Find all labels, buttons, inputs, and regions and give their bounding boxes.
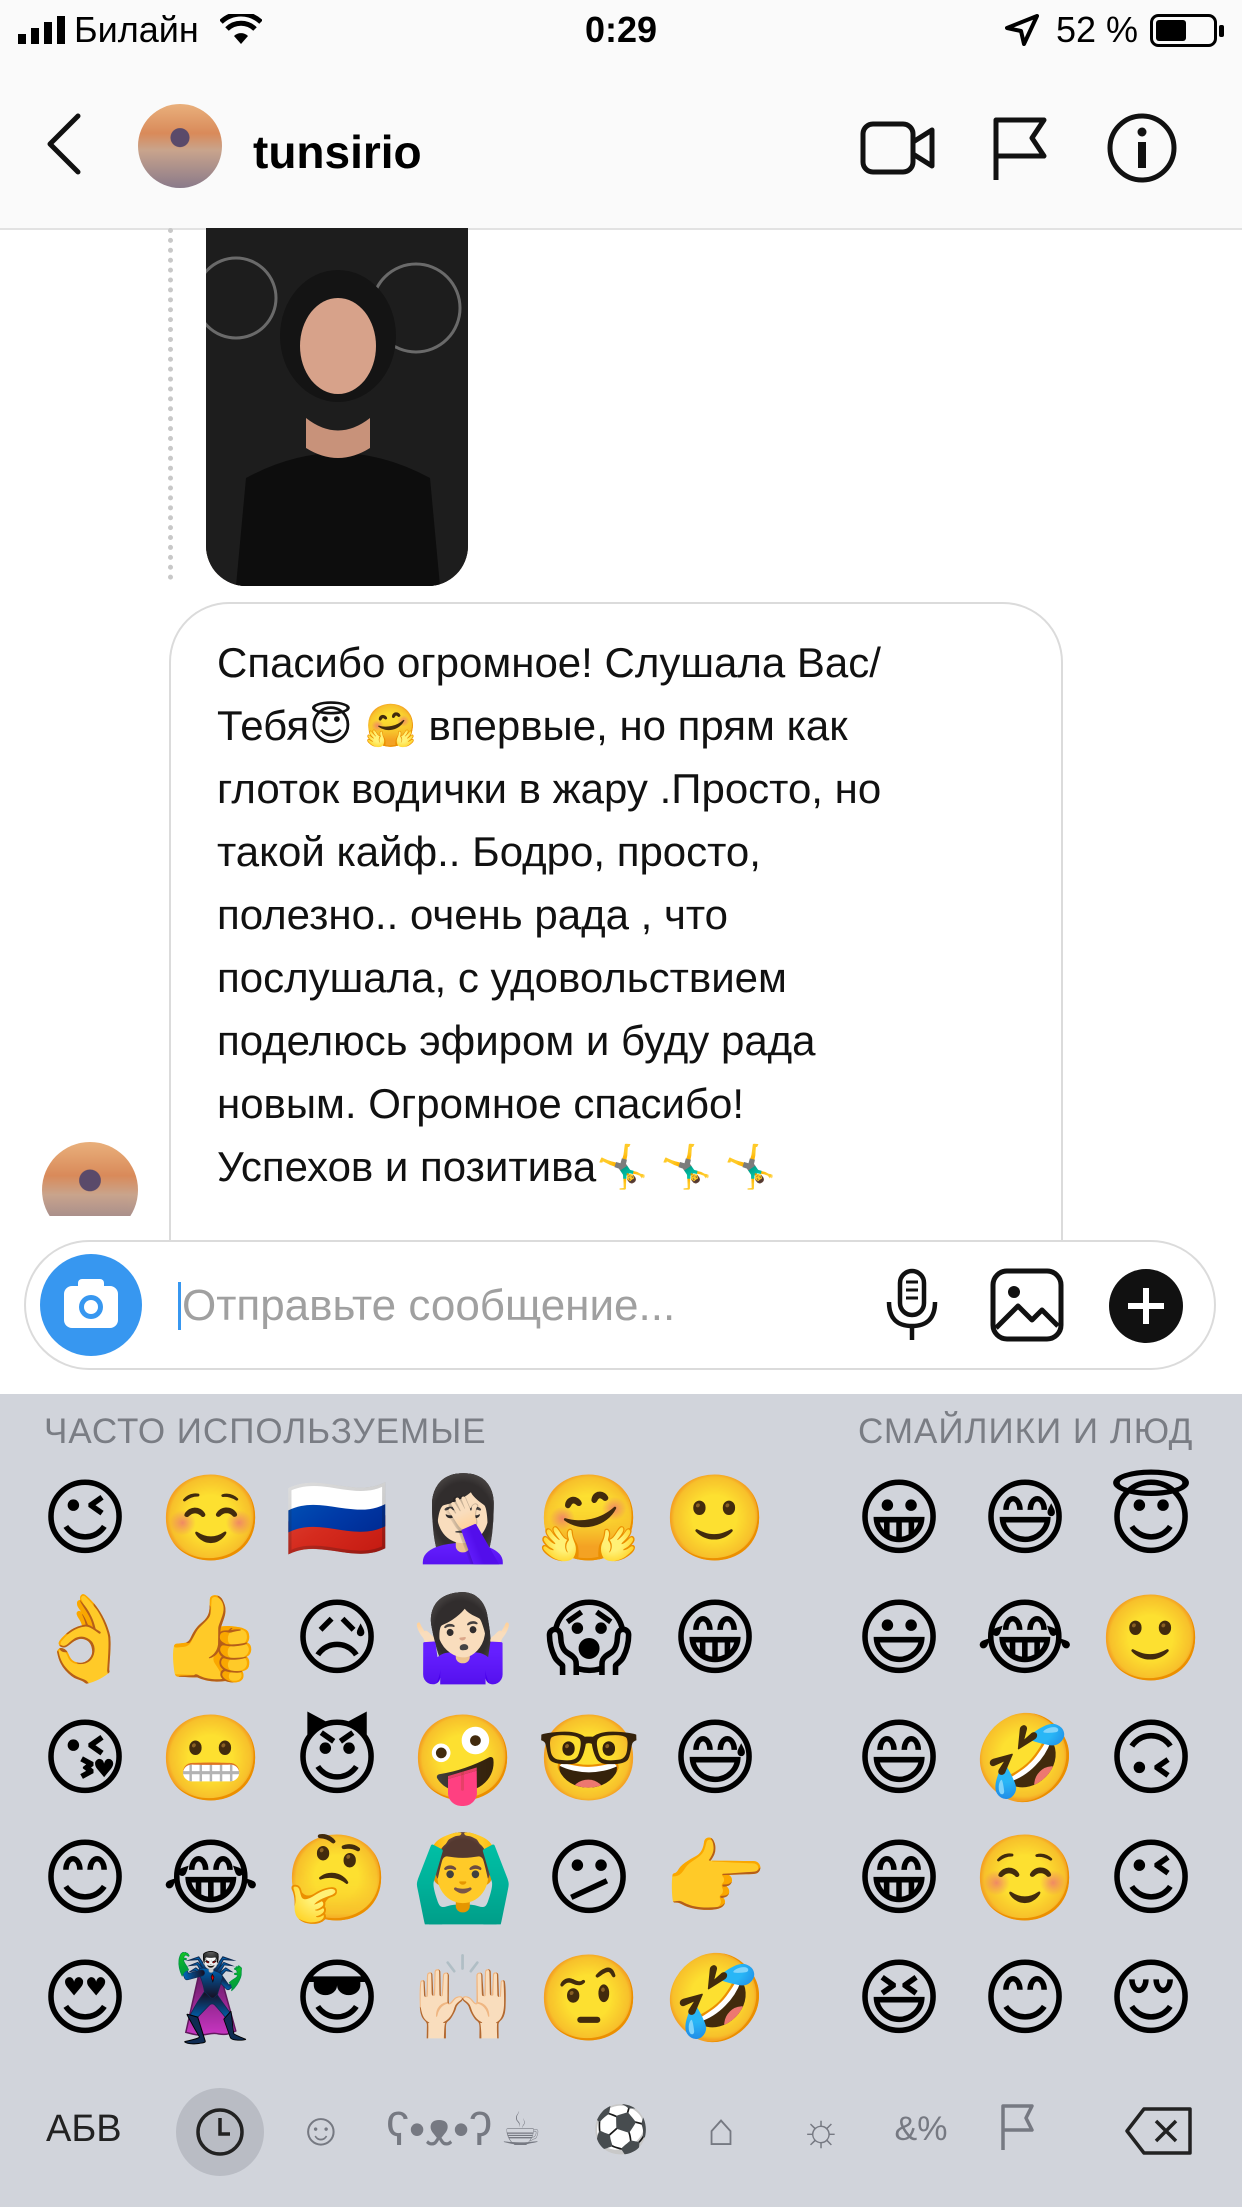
backspace-icon[interactable] — [1124, 2106, 1194, 2156]
frequent-emoji[interactable]: 😈 — [274, 1698, 400, 1818]
frequent-emoji[interactable]: 😎 — [274, 1938, 400, 2058]
frequent-emoji[interactable]: 🦹‍♂️ — [148, 1938, 274, 2058]
flag-icon[interactable] — [990, 114, 1050, 184]
shared-photo[interactable] — [206, 228, 468, 586]
chat-header: tunsirio — [0, 60, 1242, 230]
frequent-emoji[interactable]: 😱 — [526, 1578, 652, 1698]
frequent-emoji[interactable]: 😥 — [274, 1578, 400, 1698]
frequent-emoji[interactable]: 😕 — [526, 1818, 652, 1938]
frequent-emoji[interactable]: 🙆‍♂️ — [400, 1818, 526, 1938]
smiley-emoji[interactable]: 🙂 — [1088, 1578, 1214, 1698]
gallery-icon[interactable] — [990, 1268, 1064, 1342]
smiley-emoji[interactable]: 😆 — [836, 1938, 962, 2058]
frequent-emoji[interactable]: 😅 — [652, 1698, 778, 1818]
message-input[interactable] — [180, 1272, 824, 1340]
food-icon[interactable]: ☕ — [486, 2104, 556, 2154]
smiley-emoji[interactable]: 😇 — [1088, 1458, 1214, 1578]
microphone-icon[interactable] — [884, 1268, 940, 1344]
battery-icon — [1150, 14, 1224, 47]
frequent-emoji[interactable]: 😊 — [22, 1818, 148, 1938]
frequent-emoji[interactable]: 🇷🇺 — [274, 1458, 400, 1578]
smiley-emoji[interactable]: 🙃 — [1088, 1698, 1214, 1818]
frequent-emoji[interactable]: 👌 — [22, 1578, 148, 1698]
frequent-emoji[interactable]: 👉 — [652, 1818, 778, 1938]
frequent-emoji[interactable]: 🤦🏻‍♀️ — [400, 1458, 526, 1578]
smiley-emoji[interactable]: 😅 — [962, 1458, 1088, 1578]
frequent-emoji[interactable]: 🙌🏻 — [400, 1938, 526, 2058]
info-icon[interactable] — [1106, 112, 1178, 184]
frequent-emoji[interactable]: 🤪 — [400, 1698, 526, 1818]
bulb-icon[interactable]: ☼ — [786, 2104, 856, 2154]
smiley-emoji[interactable]: 😄 — [836, 1698, 962, 1818]
frequent-emoji[interactable]: 🤷🏻‍♀️ — [400, 1578, 526, 1698]
frequent-emoji[interactable]: 😬 — [148, 1698, 274, 1818]
frequent-emoji[interactable]: 🤔 — [274, 1818, 400, 1938]
frequent-emoji[interactable]: 🙂 — [652, 1458, 778, 1578]
flags-category-icon[interactable] — [998, 2102, 1038, 2152]
alphabet-key[interactable]: АБВ — [46, 2104, 122, 2154]
frequent-emoji[interactable]: 👍 — [148, 1578, 274, 1698]
sender-avatar-clip — [30, 1140, 150, 1216]
video-call-icon[interactable] — [860, 118, 936, 178]
smiley-emoji[interactable]: 😉 — [1088, 1818, 1214, 1938]
frequent-emoji[interactable]: 🤣 — [652, 1938, 778, 2058]
ball-icon[interactable]: ⚽ — [586, 2104, 656, 2154]
smiley-emoji[interactable]: 😊 — [962, 1938, 1088, 2058]
smiley-emoji[interactable]: 😃 — [836, 1578, 962, 1698]
smiley-emoji[interactable]: 🤣 — [962, 1698, 1088, 1818]
frequent-emoji[interactable]: 😂 — [148, 1818, 274, 1938]
recent-category-key[interactable] — [176, 2088, 264, 2176]
frequent-emoji[interactable]: 🤨 — [526, 1938, 652, 2058]
smiley-emoji[interactable]: 😀 — [836, 1458, 962, 1578]
animal-icon[interactable]: ʕ•ᴥ•ʔ — [386, 2104, 492, 2154]
frequent-emoji[interactable]: 😍 — [22, 1938, 148, 2058]
frequent-emoji[interactable]: 🤓 — [526, 1698, 652, 1818]
smiley-emoji[interactable]: 😂 — [962, 1578, 1088, 1698]
smiley-emoji[interactable]: ☺️ — [962, 1818, 1088, 1938]
photo-content — [206, 228, 468, 586]
frequent-emoji[interactable]: 🤗 — [526, 1458, 652, 1578]
status-bar: Билайн 0:29 52 % — [0, 0, 1242, 60]
camera-button[interactable] — [40, 1254, 142, 1356]
frequent-emoji[interactable]: 😁 — [652, 1578, 778, 1698]
recent-icon — [196, 2108, 244, 2156]
back-chevron-icon[interactable] — [44, 112, 84, 176]
frequent-emoji[interactable]: 😉 — [22, 1458, 148, 1578]
symbols-icon[interactable]: &% — [886, 2104, 956, 2154]
contact-username[interactable]: tunsirio — [253, 122, 422, 182]
frequent-emoji[interactable]: ☺️ — [148, 1458, 274, 1578]
frequently-used-label: ЧАСТО ИСПОЛЬЗУЕМЫЕ — [44, 1412, 487, 1451]
smileys-people-label: СМАЙЛИКИ И ЛЮД — [858, 1412, 1194, 1451]
contact-avatar[interactable] — [138, 104, 222, 188]
battery-percent: 52 % — [1056, 9, 1139, 50]
smiley-emoji[interactable]: 😌 — [1088, 1938, 1214, 2058]
reply-thread-line — [168, 228, 173, 580]
location-arrow-icon — [1005, 14, 1039, 46]
smiley-emoji[interactable]: 😁 — [836, 1818, 962, 1938]
smiley-icon[interactable]: ☺ — [286, 2104, 356, 2154]
sender-avatar[interactable] — [42, 1142, 138, 1216]
message-text: Спасибо огромное! Слушала Вас/ Тебя😇 🤗 в… — [217, 639, 882, 1190]
add-more-icon[interactable] — [1108, 1268, 1184, 1344]
car-icon[interactable]: ⌂ — [686, 2104, 756, 2154]
frequent-emoji[interactable]: 😘 — [22, 1698, 148, 1818]
camera-icon — [64, 1279, 118, 1328]
